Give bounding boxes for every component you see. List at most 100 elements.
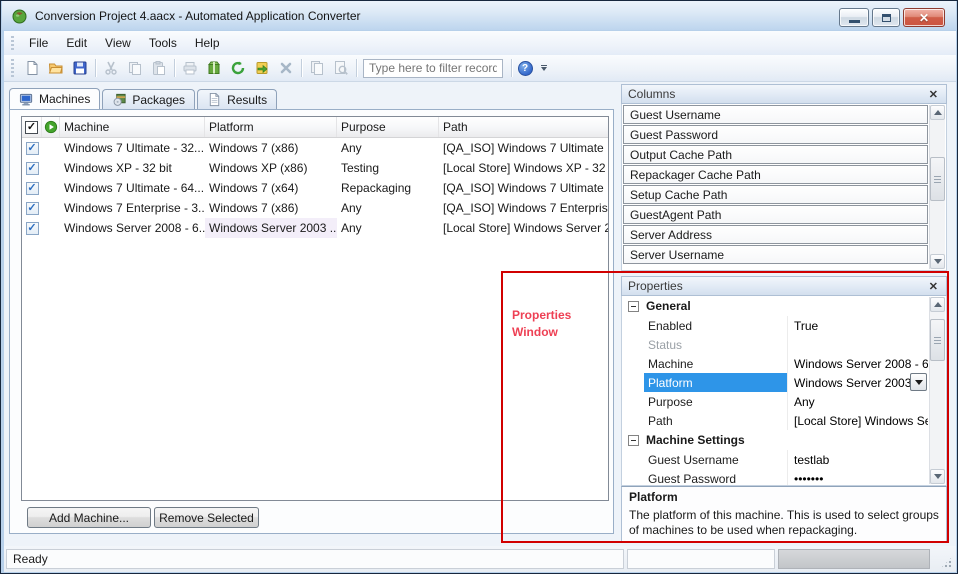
property-row[interactable]: Guest Username testlab <box>623 450 928 469</box>
columns-panel-title-bar[interactable]: Columns ✕ <box>621 84 947 104</box>
package-button[interactable] <box>202 57 226 79</box>
property-name[interactable]: Guest Username <box>644 450 787 469</box>
row-checkbox[interactable]: ✓ <box>26 162 39 175</box>
run-column-header[interactable] <box>42 117 60 137</box>
platform-cell[interactable]: Windows 7 (x86) <box>205 198 337 218</box>
property-name[interactable]: Path <box>644 411 787 430</box>
dropdown-button[interactable] <box>910 373 927 391</box>
tab-packages[interactable]: Packages <box>102 89 195 109</box>
machine-row[interactable]: ✓ Windows 7 Ultimate - 32... Windows 7 (… <box>22 138 608 158</box>
machine-cell[interactable]: Windows Server 2008 - 6... <box>60 218 205 238</box>
machine-row[interactable]: ✓ Windows 7 Enterprise - 3... Windows 7 … <box>22 198 608 218</box>
machine-row[interactable]: ✓ Windows 7 Ultimate - 64... Windows 7 (… <box>22 178 608 198</box>
toolbar-grip[interactable] <box>11 59 14 77</box>
purpose-cell[interactable]: Testing <box>337 158 439 178</box>
refresh-button[interactable] <box>226 57 250 79</box>
property-row[interactable]: Guest Password ••••••• <box>623 469 928 485</box>
column-item[interactable]: Guest Password <box>623 125 928 144</box>
column-item[interactable]: GuestAgent Path <box>623 205 928 224</box>
add-machine-button[interactable]: Add Machine... <box>27 507 151 528</box>
property-row[interactable]: Status <box>623 335 928 354</box>
row-checkbox[interactable]: ✓ <box>26 202 39 215</box>
export-package-button[interactable] <box>250 57 274 79</box>
property-row[interactable]: Platform Windows Server 2003 R <box>623 373 928 392</box>
column-header-machine[interactable]: Machine <box>60 117 205 137</box>
property-name[interactable]: Enabled <box>644 316 787 335</box>
property-group-header[interactable]: General <box>623 296 928 316</box>
machine-cell[interactable]: Windows XP - 32 bit <box>60 158 205 178</box>
scroll-up-icon[interactable] <box>930 105 945 120</box>
duplicate-button[interactable] <box>305 57 329 79</box>
property-row[interactable]: Enabled True <box>623 316 928 335</box>
property-value[interactable]: ••••••• <box>787 469 928 485</box>
menu-item[interactable]: Tools <box>140 32 186 54</box>
close-button[interactable]: ✕ <box>903 8 945 27</box>
column-header-platform[interactable]: Platform <box>205 117 337 137</box>
cut-button[interactable] <box>99 57 123 79</box>
row-checkbox[interactable]: ✓ <box>26 142 39 155</box>
scroll-up-icon[interactable] <box>930 297 945 312</box>
open-folder-button[interactable] <box>44 57 68 79</box>
purpose-cell[interactable]: Repackaging <box>337 178 439 198</box>
column-item[interactable]: Repackager Cache Path <box>623 165 928 184</box>
column-header-path[interactable]: Path <box>439 117 608 137</box>
filter-input[interactable] <box>363 59 503 78</box>
machine-row[interactable]: ✓ Windows Server 2008 - 6... Windows Ser… <box>22 218 608 238</box>
scroll-down-icon[interactable] <box>930 254 945 269</box>
purpose-cell[interactable]: Any <box>337 138 439 158</box>
menu-grip[interactable] <box>11 36 14 50</box>
property-name[interactable]: Status <box>644 335 787 354</box>
maximize-button[interactable] <box>872 8 900 27</box>
find-button[interactable] <box>329 57 353 79</box>
property-row[interactable]: Path [Local Store] Windows Ser <box>623 411 928 430</box>
property-value[interactable]: Windows Server 2003 R <box>787 373 928 392</box>
select-all-checkbox[interactable]: ✓ <box>22 117 42 137</box>
property-value[interactable]: Any <box>787 392 928 411</box>
resize-grip[interactable] <box>940 556 953 569</box>
scroll-down-icon[interactable] <box>930 469 945 484</box>
column-item[interactable]: Setup Cache Path <box>623 185 928 204</box>
remove-selected-button[interactable]: Remove Selected <box>154 507 259 528</box>
machine-cell[interactable]: Windows 7 Enterprise - 3... <box>60 198 205 218</box>
new-document-button[interactable] <box>20 57 44 79</box>
menu-item[interactable]: Edit <box>57 32 96 54</box>
machine-row[interactable]: ✓ Windows XP - 32 bit Windows XP (x86) T… <box>22 158 608 178</box>
path-cell[interactable]: [Local Store] Windows Server 2... <box>439 218 608 238</box>
close-icon[interactable]: ✕ <box>927 88 940 101</box>
column-item[interactable]: Server Address <box>623 225 928 244</box>
property-value[interactable]: [Local Store] Windows Ser <box>787 411 928 430</box>
platform-cell[interactable]: Windows XP (x86) <box>205 158 337 178</box>
property-value[interactable]: Windows Server 2008 - 64 <box>787 354 928 373</box>
printer-button[interactable] <box>178 57 202 79</box>
property-name[interactable]: Guest Password <box>644 469 787 485</box>
properties-panel-title-bar[interactable]: Properties ✕ <box>621 276 947 296</box>
property-name[interactable]: Machine <box>644 354 787 373</box>
columns-scrollbar[interactable] <box>929 105 945 269</box>
menu-item[interactable]: Help <box>186 32 229 54</box>
column-item[interactable]: Output Cache Path <box>623 145 928 164</box>
column-item[interactable]: Server Username <box>623 245 928 264</box>
path-cell[interactable]: [QA_ISO] Windows 7 Ultimate ... <box>439 138 608 158</box>
delete-button[interactable] <box>274 57 298 79</box>
purpose-cell[interactable]: Any <box>337 218 439 238</box>
property-value[interactable] <box>787 335 928 354</box>
close-icon[interactable]: ✕ <box>927 280 940 293</box>
column-item[interactable]: Guest Username <box>623 105 928 124</box>
help-button[interactable]: ? <box>515 58 535 78</box>
paste-button[interactable] <box>147 57 171 79</box>
machine-cell[interactable]: Windows 7 Ultimate - 32... <box>60 138 205 158</box>
tab-results[interactable]: Results <box>197 89 277 109</box>
purpose-cell[interactable]: Any <box>337 198 439 218</box>
properties-scrollbar[interactable] <box>929 297 945 484</box>
property-name[interactable]: Platform <box>644 373 787 392</box>
property-row[interactable]: Purpose Any <box>623 392 928 411</box>
path-cell[interactable]: [Local Store] Windows XP - 32 ... <box>439 158 608 178</box>
platform-cell[interactable]: Windows Server 2003 ... <box>205 218 337 238</box>
machine-cell[interactable]: Windows 7 Ultimate - 64... <box>60 178 205 198</box>
scrollbar-thumb[interactable] <box>930 157 945 201</box>
property-name[interactable]: Purpose <box>644 392 787 411</box>
menu-item[interactable]: File <box>20 32 57 54</box>
row-checkbox[interactable]: ✓ <box>26 182 39 195</box>
collapse-icon[interactable] <box>628 301 639 312</box>
copy-button[interactable] <box>123 57 147 79</box>
